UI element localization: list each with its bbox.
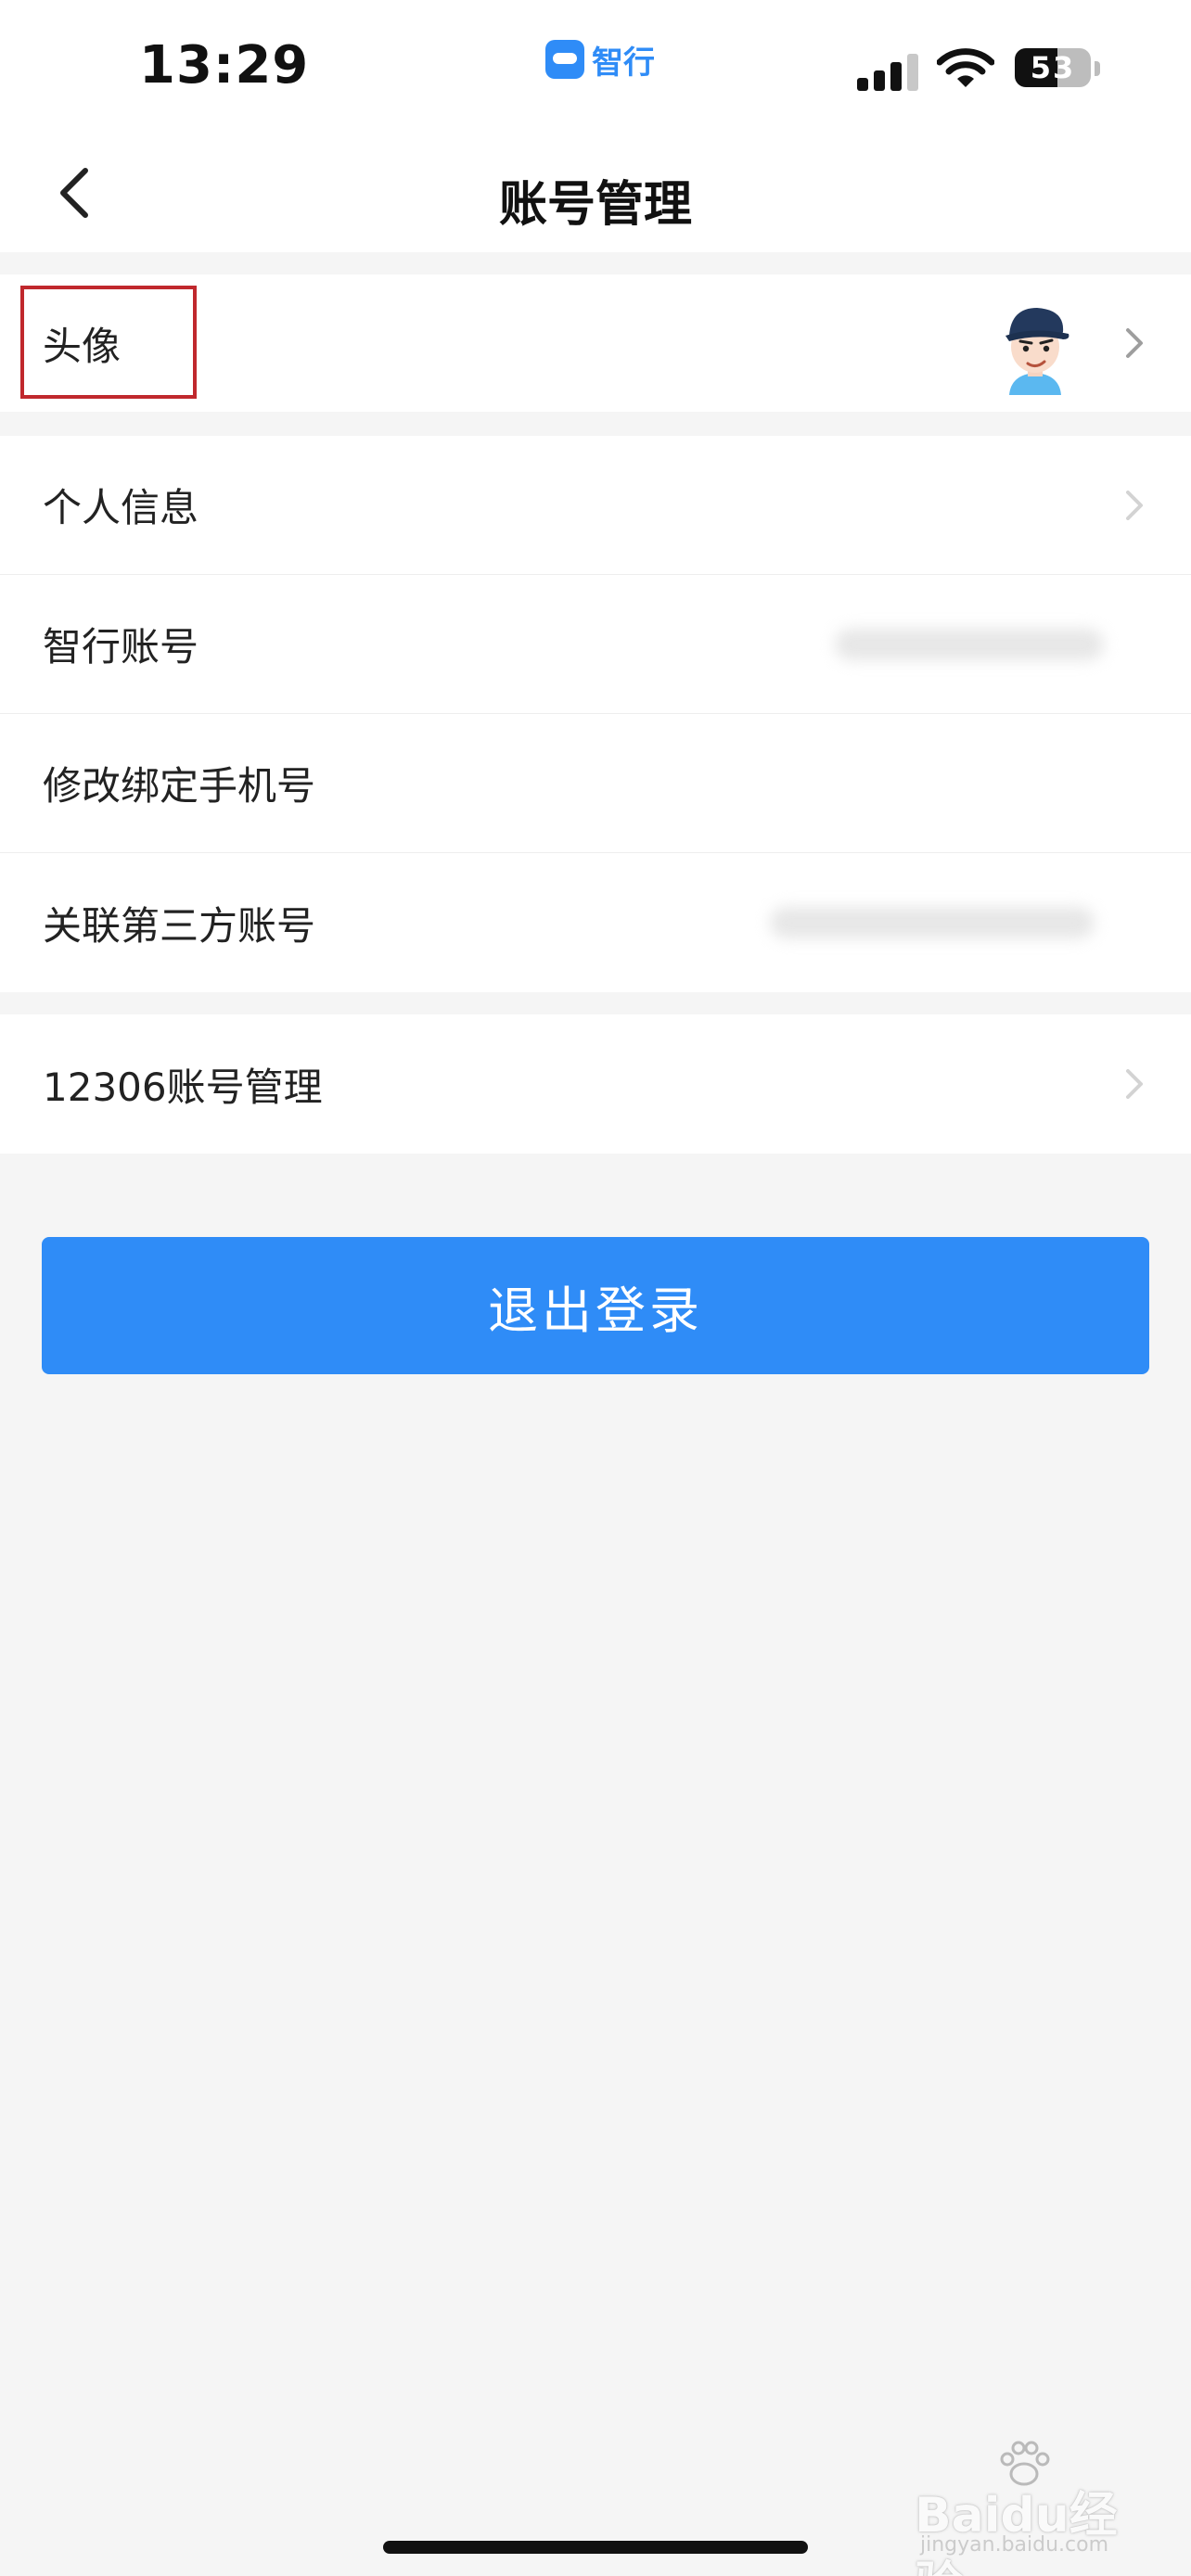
list-item-personal-info[interactable]: 个人信息: [0, 436, 1191, 575]
status-bar: 13:29 智行 53: [0, 0, 1191, 139]
railway-group: 12306账号管理: [0, 1014, 1191, 1154]
account-management-screen: 13:29 智行 53 账号管理 头像 个人信息 智行账号 修改绑定手机号 关联…: [0, 0, 1191, 2576]
account-group: 个人信息 智行账号 修改绑定手机号 关联第三方账号: [0, 436, 1191, 992]
chevron-right-icon: [1126, 1069, 1143, 1099]
list-item-label: 关联第三方账号: [43, 902, 316, 949]
baidu-watermark: Baidu经验 jingyan.baidu.com: [915, 2441, 1156, 2576]
app-logo-icon: [545, 40, 584, 79]
chevron-right-icon: [1126, 328, 1143, 358]
list-item-change-phone[interactable]: 修改绑定手机号: [0, 714, 1191, 853]
watermark-url: jingyan.baidu.com: [920, 2533, 1109, 2557]
cartoon-avatar-icon[interactable]: [991, 299, 1080, 395]
watermark-text: Baidu经验: [915, 2488, 1118, 2576]
battery-level: 53: [1030, 50, 1076, 85]
wifi-icon: [937, 48, 994, 87]
battery-icon: 53: [1015, 48, 1091, 87]
list-item-label: 修改绑定手机号: [43, 763, 316, 809]
list-item-label: 个人信息: [43, 485, 199, 530]
list-item-zhixing-account[interactable]: 智行账号: [0, 575, 1191, 714]
cellular-signal-icon: [857, 52, 918, 91]
list-item-12306-account[interactable]: 12306账号管理: [0, 1014, 1191, 1154]
page-title: 账号管理: [498, 177, 692, 233]
highlight-box: [20, 286, 197, 399]
app-name: 智行: [592, 44, 655, 82]
avatar-row[interactable]: 头像: [0, 274, 1191, 412]
home-indicator[interactable]: [383, 2541, 808, 2554]
list-item-label: 智行账号: [43, 624, 199, 670]
navigation-bar: 账号管理: [0, 139, 1191, 252]
blurred-third-party-value: [770, 907, 1095, 938]
chevron-right-icon: [1126, 490, 1143, 520]
logout-button[interactable]: 退出登录: [42, 1237, 1149, 1374]
profile-group: 头像: [0, 274, 1191, 412]
status-time: 13:29: [139, 35, 310, 96]
list-item-label: 12306账号管理: [43, 1064, 323, 1110]
battery-tip: [1095, 61, 1100, 76]
blurred-account-value: [835, 628, 1104, 660]
app-indicator: 智行: [545, 37, 655, 82]
list-item-third-party[interactable]: 关联第三方账号: [0, 853, 1191, 992]
